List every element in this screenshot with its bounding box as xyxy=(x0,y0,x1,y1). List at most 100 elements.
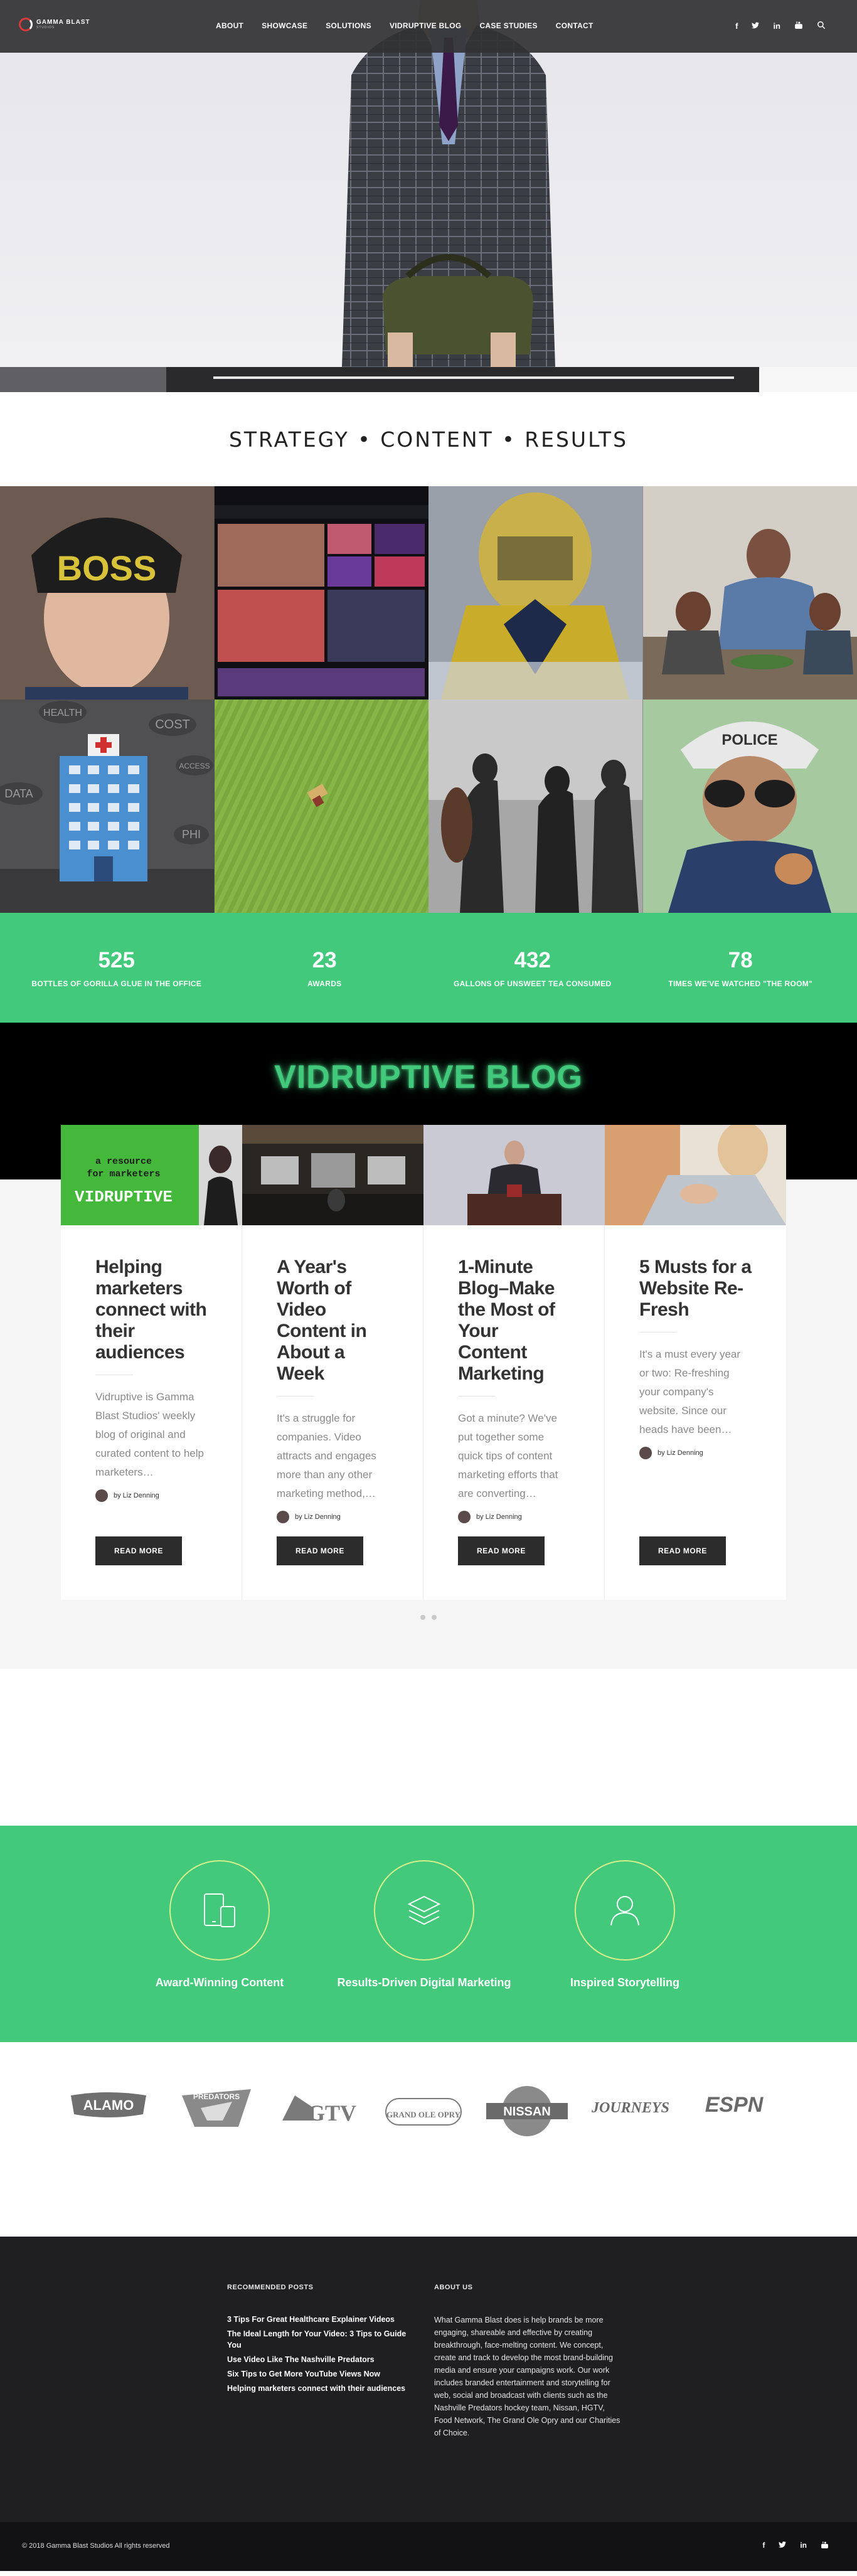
stat-number: 525 xyxy=(98,947,135,972)
avatar xyxy=(95,1489,108,1502)
features-band: Award-Winning Content Results-Driven Dig… xyxy=(0,1826,857,2042)
site-header: GAMMA BLAST STUDIOS ABOUT SHOWCASE SOLUT… xyxy=(0,0,857,53)
showcase-tile-channel[interactable] xyxy=(214,486,428,700)
police-helmet-text: POLICE xyxy=(721,732,777,748)
recent-post-link[interactable]: 3 Tips For Great Healthcare Explainer Vi… xyxy=(227,2314,415,2325)
stat-label: GALLONS OF UNSWEET TEA CONSUMED xyxy=(453,979,612,988)
showcase-tile-band[interactable] xyxy=(428,700,643,913)
svg-text:GRAND OLE OPRY: GRAND OLE OPRY xyxy=(386,2110,461,2119)
about-us-text: What Gamma Blast does is help brands be … xyxy=(434,2316,620,2437)
healthcare-graphic: HEALTH COST DATA ACCESS PHI xyxy=(0,700,214,913)
stat-label: AWARDS xyxy=(307,979,342,988)
nav-vidruptive-blog[interactable]: VIDRUPTIVE BLOG xyxy=(390,21,462,30)
hero-desk-shadow xyxy=(0,367,166,392)
blog-card-title[interactable]: A Year's Worth of Video Content in About… xyxy=(277,1257,389,1385)
showcase-tile-healthcare[interactable]: HEALTH COST DATA ACCESS PHI xyxy=(0,700,215,913)
svg-text:JOURNEYS: JOURNEYS xyxy=(591,2100,669,2116)
nav-solutions[interactable]: SOLUTIONS xyxy=(326,21,371,30)
feature-item: Inspired Storytelling xyxy=(531,1860,719,1989)
health-label: HEALTH xyxy=(43,708,82,718)
carousel-dot[interactable] xyxy=(420,1615,425,1620)
recent-post-link[interactable]: Use Video Like The Nashville Predators xyxy=(227,2354,415,2365)
hockey-goalie-image xyxy=(428,486,642,700)
showcase-tile-boss[interactable]: BOSS xyxy=(0,486,215,700)
espn-logo: ESPN xyxy=(690,2089,778,2124)
search-icon[interactable] xyxy=(817,21,826,31)
blog-card: 1-Minute Blog–Make the Most of Your Cont… xyxy=(423,1125,605,1600)
nav-contact[interactable]: CONTACT xyxy=(556,21,594,30)
banner-line-2: for marketers xyxy=(87,1169,160,1179)
blog-title: VIDRUPTIVE BLOG xyxy=(274,1059,583,1095)
recent-post-link[interactable]: Six Tips to Get More YouTube Views Now xyxy=(227,2368,415,2380)
showcase-tile-cooking[interactable] xyxy=(642,486,857,700)
police-kid-image: POLICE xyxy=(642,700,857,913)
stat-number: 78 xyxy=(728,947,753,972)
youtube-icon[interactable] xyxy=(821,2541,829,2551)
banner-line-1: a resource xyxy=(95,1156,152,1167)
author-name[interactable]: by Liz Denning xyxy=(657,1449,703,1457)
tractor-field-image xyxy=(214,700,428,913)
laptop-image xyxy=(605,1125,786,1225)
linkedin-icon[interactable]: in xyxy=(800,2541,807,2551)
blog-card-image[interactable] xyxy=(605,1125,786,1225)
carousel-pagination xyxy=(0,1615,857,1620)
showcase-tile-field[interactable] xyxy=(214,700,428,913)
footer-bottom-bar: © 2018 Gamma Blast Studios All rights re… xyxy=(0,2522,857,2571)
site-logo[interactable]: GAMMA BLAST STUDIOS xyxy=(19,18,90,31)
blog-card: 5 Musts for a Website Re-Fresh It's a mu… xyxy=(605,1125,786,1600)
predators-logo: PREDATORS xyxy=(176,2083,257,2136)
hero-desk-light xyxy=(759,367,857,392)
feature-label: Results-Driven Digital Marketing xyxy=(337,1976,511,1989)
tagline: STRATEGY • CONTENT • RESULTS xyxy=(228,427,629,452)
journeys-logo: JOURNEYS xyxy=(587,2087,674,2128)
blog-section: a resource for marketers VIDRUPTIVE Help… xyxy=(0,1125,857,1669)
nav-showcase[interactable]: SHOWCASE xyxy=(262,21,307,30)
blog-card-image[interactable]: a resource for marketers VIDRUPTIVE xyxy=(61,1125,242,1225)
nav-about[interactable]: ABOUT xyxy=(216,21,243,30)
client-logos: ALAMO PREDATORS HGTV GRAND OLE OPRY NISS… xyxy=(0,2042,857,2237)
youtube-icon[interactable] xyxy=(794,21,803,31)
blog-card-author: by Liz Denning xyxy=(458,1511,570,1523)
blog-card-title[interactable]: 5 Musts for a Website Re-Fresh xyxy=(639,1257,752,1321)
access-label: ACCESS xyxy=(179,762,210,770)
twitter-icon[interactable] xyxy=(779,2541,787,2551)
stat-label: BOTTLES OF GORILLA GLUE IN THE OFFICE xyxy=(31,979,202,988)
blog-card-excerpt: It's a must every year or two: Re-freshi… xyxy=(639,1348,741,1435)
twitter-icon[interactable] xyxy=(752,21,760,31)
film-set-image xyxy=(242,1125,423,1225)
author-name[interactable]: by Liz Denning xyxy=(295,1513,341,1521)
tv-channel-image xyxy=(214,486,428,700)
blog-card-image[interactable] xyxy=(242,1125,423,1225)
recent-post-link[interactable]: Helping marketers connect with their aud… xyxy=(227,2383,415,2394)
blog-card-title[interactable]: 1-Minute Blog–Make the Most of Your Cont… xyxy=(458,1257,570,1385)
blog-card-title[interactable]: Helping marketers connect with their aud… xyxy=(95,1257,208,1363)
logo-mark-icon xyxy=(19,18,33,31)
nav-case-studies[interactable]: CASE STUDIES xyxy=(479,21,537,30)
hero-businessman-image xyxy=(342,0,555,367)
carousel-dot[interactable] xyxy=(432,1615,437,1620)
spacer xyxy=(0,1669,857,1826)
presenter-desk-image xyxy=(423,1125,605,1225)
recent-post-link[interactable]: The Ideal Length for Your Video: 3 Tips … xyxy=(227,2328,415,2351)
avatar xyxy=(277,1511,289,1523)
facebook-icon[interactable]: f xyxy=(735,21,738,31)
author-name[interactable]: by Liz Denning xyxy=(476,1513,522,1521)
read-more-button[interactable]: READ MORE xyxy=(639,1536,726,1565)
read-more-button[interactable]: READ MORE xyxy=(277,1536,363,1565)
stat-number: 432 xyxy=(514,947,551,972)
feature-item: Award-Winning Content xyxy=(125,1860,314,1989)
showcase-grid: BOSS HEALTH COST DATA ACCESS PHI POLICE xyxy=(0,486,857,913)
author-name[interactable]: by Liz Denning xyxy=(114,1492,159,1499)
read-more-button[interactable]: READ MORE xyxy=(458,1536,545,1565)
showcase-tile-goalie[interactable] xyxy=(428,486,643,700)
band-concert-image xyxy=(428,700,642,913)
blog-card-excerpt: Got a minute? We've put together some qu… xyxy=(458,1412,558,1499)
read-more-button[interactable]: READ MORE xyxy=(95,1536,182,1565)
showcase-tile-police[interactable]: POLICE xyxy=(642,700,857,913)
copyright-text: © 2018 Gamma Blast Studios All rights re… xyxy=(22,2542,170,2550)
data-label: DATA xyxy=(4,787,33,800)
blog-card-image[interactable] xyxy=(423,1125,605,1225)
linkedin-icon[interactable]: in xyxy=(773,21,780,31)
logo-text: GAMMA BLAST xyxy=(36,19,90,26)
facebook-icon[interactable]: f xyxy=(762,2541,765,2551)
